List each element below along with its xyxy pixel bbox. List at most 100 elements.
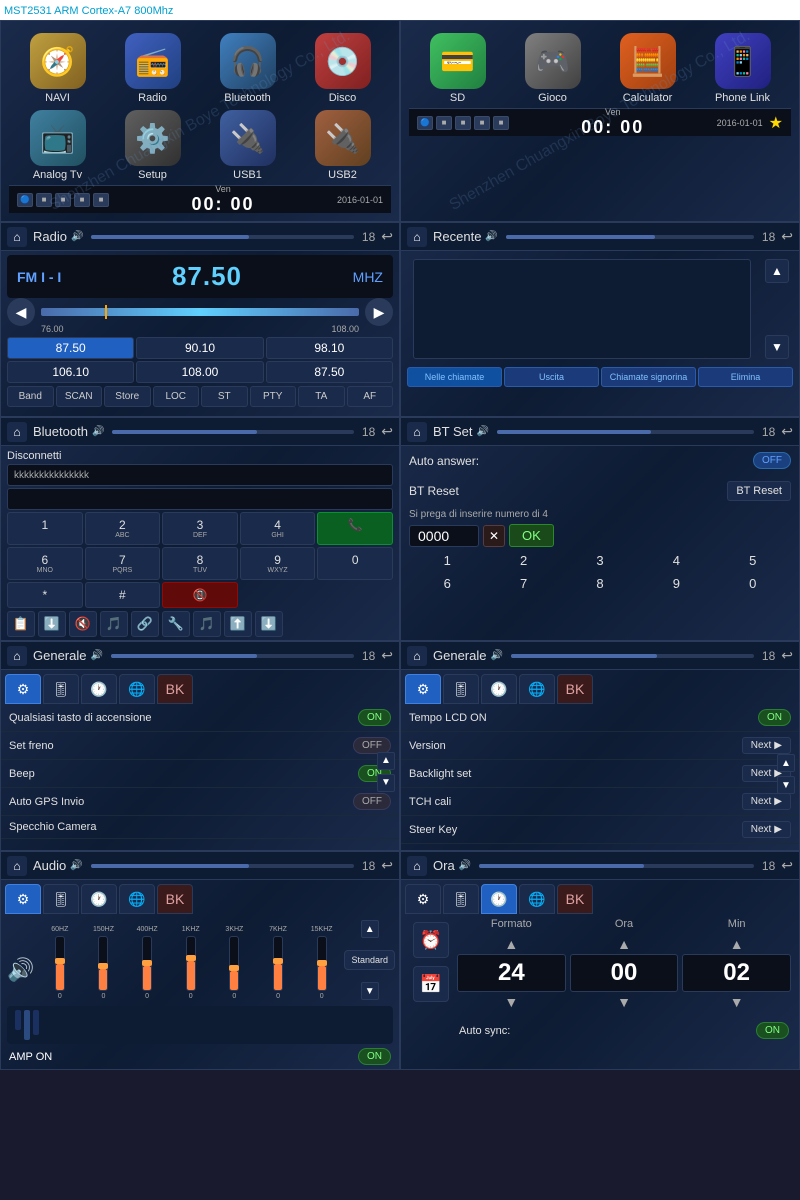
- eq-slider-6[interactable]: [317, 936, 327, 991]
- audio-tab-clock[interactable]: 🕐: [81, 884, 117, 914]
- bt-hangup-button[interactable]: 📵: [162, 582, 238, 608]
- scroll-down-gen-left[interactable]: ▼: [377, 774, 395, 792]
- back-icon-ora[interactable]: ↩: [781, 857, 793, 874]
- icon-usb2[interactable]: 🔌 USB2: [298, 110, 387, 181]
- bt-action-down2[interactable]: ⬇️: [255, 611, 283, 637]
- bt-call-button[interactable]: 📞: [317, 512, 393, 545]
- st-button[interactable]: ST: [201, 386, 248, 407]
- eq-scroll-up[interactable]: ▲: [361, 920, 379, 938]
- bt-key-hash[interactable]: #: [85, 582, 161, 608]
- preset-3[interactable]: 98.10: [266, 337, 393, 359]
- settings-tab-clock[interactable]: 🕐: [81, 674, 117, 704]
- audio-tab-bk[interactable]: BK: [157, 884, 193, 914]
- min-down-arrow[interactable]: ▼: [682, 992, 791, 1012]
- scroll-up-gen-left[interactable]: ▲: [377, 752, 395, 770]
- bt-key-2[interactable]: 2ABC: [85, 512, 161, 545]
- home-button-bt[interactable]: ⌂: [7, 422, 27, 442]
- eq-slider-0[interactable]: [55, 936, 65, 991]
- band-button[interactable]: Band: [7, 386, 54, 407]
- back-icon-radio[interactable]: ↩: [381, 228, 393, 245]
- back-icon-gen-left[interactable]: ↩: [381, 647, 393, 664]
- num-9[interactable]: 9: [673, 576, 680, 591]
- home-button-recente[interactable]: ⌂: [407, 227, 427, 247]
- volume-slider-ora[interactable]: [479, 864, 754, 868]
- formato-down-arrow[interactable]: ▼: [457, 992, 566, 1012]
- ora-tab-bk[interactable]: BK: [557, 884, 593, 914]
- tab-elimina[interactable]: Elimina: [698, 367, 793, 387]
- preset-6[interactable]: 87.50: [266, 361, 393, 383]
- bt-action-note[interactable]: 🎵: [193, 611, 221, 637]
- home-button-gen-right[interactable]: ⌂: [407, 646, 427, 666]
- num-3[interactable]: 3: [596, 553, 603, 568]
- num-4[interactable]: 4: [673, 553, 680, 568]
- preset-5[interactable]: 108.00: [136, 361, 263, 383]
- settings-tab-eq[interactable]: 🎚: [43, 674, 79, 704]
- tab-chiamate-signorina[interactable]: Chiamate signorina: [601, 367, 696, 387]
- ora-clock-icon[interactable]: ⏰: [413, 922, 449, 958]
- volume-slider-radio[interactable]: [91, 235, 353, 239]
- preset-4[interactable]: 106.10: [7, 361, 134, 383]
- icon-setup[interactable]: ⚙️ Setup: [108, 110, 197, 181]
- volume-slider-recente[interactable]: [506, 235, 754, 239]
- settings-tab-gear[interactable]: ⚙: [5, 674, 41, 704]
- bt-key-9[interactable]: 9WXYZ: [240, 547, 316, 580]
- back-icon-btset[interactable]: ↩: [781, 423, 793, 440]
- volume-slider-btset[interactable]: [497, 430, 754, 434]
- volume-slider-gen-left[interactable]: [111, 654, 354, 658]
- settings-tab-clock-r[interactable]: 🕐: [481, 674, 517, 704]
- num-0[interactable]: 0: [749, 576, 756, 591]
- ora-calendar-icon[interactable]: 📅: [413, 966, 449, 1002]
- audio-tab-gear[interactable]: ⚙: [5, 884, 41, 914]
- icon-tv[interactable]: 📺 Analog Tv: [13, 110, 102, 181]
- icon-navi[interactable]: 🧭 NAVI: [13, 33, 102, 104]
- ora-tab-clock[interactable]: 🕐: [481, 884, 517, 914]
- eq-slider-4[interactable]: [229, 936, 239, 991]
- audio-tab-globe[interactable]: 🌐: [119, 884, 155, 914]
- eq-scroll-down[interactable]: ▼: [361, 982, 379, 1000]
- home-button-ora[interactable]: ⌂: [407, 856, 427, 876]
- pin-clear-button[interactable]: ✕: [483, 525, 505, 547]
- preset-2[interactable]: 90.10: [136, 337, 263, 359]
- scroll-up-gen-right[interactable]: ▲: [777, 754, 795, 772]
- home-button-audio[interactable]: ⌂: [7, 856, 27, 876]
- bt-key-4[interactable]: 4GHI: [240, 512, 316, 545]
- bt-action-music[interactable]: 🎵: [100, 611, 128, 637]
- tab-nelle-chiamate[interactable]: Nelle chiamate: [407, 367, 502, 387]
- bt-action-mute[interactable]: 🔇: [69, 611, 97, 637]
- radio-prev-button[interactable]: ◀: [7, 298, 35, 326]
- bt-action-contacts[interactable]: 📋: [7, 611, 35, 637]
- bt-key-7[interactable]: 7PQRS: [85, 547, 161, 580]
- formato-up[interactable]: ▲ 24 ▼: [457, 934, 566, 1012]
- pin-ok-button[interactable]: OK: [509, 524, 554, 547]
- num-1[interactable]: 1: [444, 553, 451, 568]
- home-button-gen-left[interactable]: ⌂: [7, 646, 27, 666]
- preset-1[interactable]: 87.50: [7, 337, 134, 359]
- volume-slider-bt[interactable]: [112, 430, 354, 434]
- radio-frequency-bar[interactable]: [41, 308, 359, 316]
- volume-slider-gen-right[interactable]: [511, 654, 754, 658]
- home-button-radio[interactable]: ⌂: [7, 227, 27, 247]
- icon-radio[interactable]: 📻 Radio: [108, 33, 197, 104]
- ora-tab-globe[interactable]: 🌐: [519, 884, 555, 914]
- icon-usb1[interactable]: 🔌 USB1: [203, 110, 292, 181]
- icon-dvd[interactable]: 💿 Disco: [298, 33, 387, 104]
- ta-button[interactable]: TA: [298, 386, 345, 407]
- ora-tab-gear[interactable]: ⚙: [405, 884, 441, 914]
- num-2[interactable]: 2: [520, 553, 527, 568]
- volume-slider-audio[interactable]: [91, 864, 354, 868]
- settings-tab-gear-r[interactable]: ⚙: [405, 674, 441, 704]
- home-button-btset[interactable]: ⌂: [407, 422, 427, 442]
- pty-button[interactable]: PTY: [250, 386, 297, 407]
- bt-key-0[interactable]: 0: [317, 547, 393, 580]
- bt-action-download[interactable]: ⬇️: [38, 611, 66, 637]
- settings-tab-globe-r[interactable]: 🌐: [519, 674, 555, 704]
- back-icon-gen-right[interactable]: ↩: [781, 647, 793, 664]
- pin-input-field[interactable]: 0000: [409, 525, 479, 547]
- eq-preset-button[interactable]: Standard: [344, 950, 395, 970]
- bt-key-8[interactable]: 8TUV: [162, 547, 238, 580]
- auto-answer-toggle[interactable]: OFF: [753, 452, 791, 469]
- ora-up-arrow[interactable]: ▲: [570, 934, 679, 954]
- audio-tab-eq[interactable]: 🎚: [43, 884, 79, 914]
- settings-tab-bk-r[interactable]: BK: [557, 674, 593, 704]
- icon-phonelink[interactable]: 📱 Phone Link: [698, 33, 787, 104]
